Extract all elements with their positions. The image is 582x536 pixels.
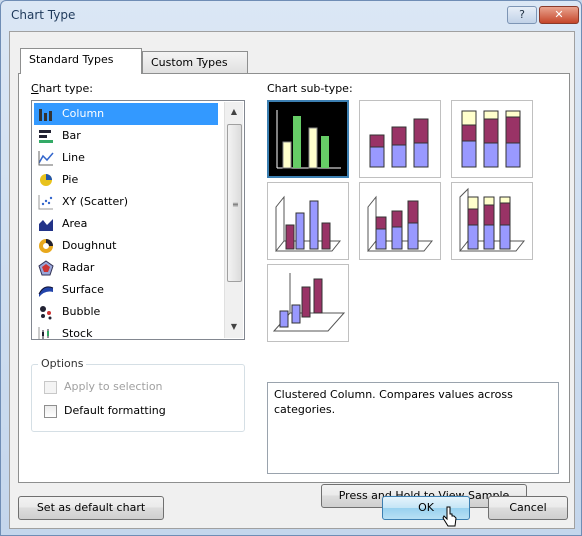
subtype-clustered-column[interactable] (267, 100, 349, 178)
bubble-chart-icon (40, 306, 52, 320)
default-formatting-checkbox[interactable] (44, 405, 57, 418)
chart-type-label: Chart type: (31, 82, 94, 95)
tab-standard-types[interactable]: Standard Types (20, 48, 142, 74)
list-item-xy-scatter[interactable]: XY (Scatter) (34, 191, 218, 213)
subtype-3d-stacked-column[interactable] (359, 182, 441, 260)
pie-chart-icon (40, 174, 52, 186)
list-item-column[interactable]: Column (34, 103, 218, 125)
line-chart-icon (38, 151, 54, 166)
list-item-label: Bar (62, 129, 81, 142)
subtype-100-stacked-column[interactable] (451, 100, 533, 178)
options-group: Options Apply to selection Default forma… (31, 357, 245, 432)
tab-custom-types[interactable]: Custom Types (142, 51, 248, 73)
3d-stacked-column-icon (366, 195, 434, 252)
tab-label: Standard Types (29, 53, 114, 66)
scroll-up-icon[interactable]: ▲ (226, 103, 242, 121)
scatter-chart-icon (38, 195, 53, 210)
apply-to-selection-label: Apply to selection (64, 380, 163, 393)
set-as-default-chart-button[interactable]: Set as default chart (18, 496, 164, 520)
subtype-description: Clustered Column. Compares values across… (267, 382, 559, 474)
list-item-pie[interactable]: Pie (34, 169, 218, 191)
3d-clustered-column-icon (274, 195, 342, 252)
3d-column-icon (272, 273, 346, 332)
list-item-label: Stock (62, 327, 93, 340)
chart-type-dialog: Chart Type ? ✕ Standard Types Custom Typ… (0, 0, 582, 536)
chart-type-label-text: hart type: (38, 82, 94, 95)
close-button[interactable]: ✕ (539, 6, 579, 24)
title-bar: Chart Type (1, 1, 581, 31)
list-item-bubble[interactable]: Bubble (34, 301, 218, 323)
cancel-button[interactable]: Cancel (488, 496, 568, 520)
3d-percent-stacked-column-icon (458, 187, 526, 252)
list-item-doughnut[interactable]: Doughnut (34, 235, 218, 257)
list-item-label: Column (62, 107, 105, 120)
mouse-cursor-icon (442, 506, 457, 527)
subtype-stacked-column[interactable] (359, 100, 441, 178)
tab-label: Custom Types (151, 56, 228, 69)
area-chart-icon (39, 219, 53, 231)
list-item-label: Line (62, 151, 85, 164)
list-item-area[interactable]: Area (34, 213, 218, 235)
list-item-radar[interactable]: Radar (34, 257, 218, 279)
column-chart-icon (39, 109, 52, 121)
subtype-3d-100-stacked-column[interactable] (451, 182, 533, 260)
chart-type-listbox[interactable]: Column Bar Line Pie XY (Scatter) Area Do… (31, 100, 245, 340)
help-button[interactable]: ? (507, 6, 537, 24)
list-item-label: Surface (62, 283, 104, 296)
list-item-surface[interactable]: Surface (34, 279, 218, 301)
doughnut-chart-icon (39, 239, 53, 253)
options-group-label: Options (38, 357, 87, 370)
radar-chart-icon (38, 260, 54, 276)
list-item-label: XY (Scatter) (62, 195, 129, 208)
list-item-label: Radar (62, 261, 95, 274)
percent-stacked-column-icon (461, 110, 521, 168)
standard-types-panel: Chart type: Column Bar Line Pie XY (Scat… (18, 73, 570, 508)
subtype-3d-column[interactable] (267, 264, 349, 342)
dialog-client-area: Standard Types Custom Types Chart type: … (9, 31, 575, 529)
list-item-stock[interactable]: Stock (34, 323, 218, 340)
list-item-label: Area (62, 217, 88, 230)
grip-icon: ≡ (232, 200, 239, 209)
apply-to-selection-checkbox[interactable] (44, 381, 57, 394)
subtype-3d-clustered-column[interactable] (267, 182, 349, 260)
dialog-title: Chart Type (11, 8, 76, 22)
chart-type-scrollbar[interactable]: ▲ ≡ ▼ (224, 102, 243, 338)
stock-chart-icon (38, 327, 49, 339)
list-item-line[interactable]: Line (34, 147, 218, 169)
clustered-column-icon (276, 110, 341, 169)
list-item-label: Pie (62, 173, 79, 186)
chart-subtype-label: Chart sub-type: (267, 82, 353, 95)
scroll-down-icon[interactable]: ▼ (226, 318, 242, 336)
list-item-label: Bubble (62, 305, 101, 318)
stacked-column-icon (369, 118, 429, 168)
list-item-bar[interactable]: Bar (34, 125, 218, 147)
list-item-label: Doughnut (62, 239, 117, 252)
bar-chart-icon (39, 130, 53, 143)
surface-chart-icon (38, 286, 54, 297)
scroll-thumb[interactable]: ≡ (227, 124, 242, 282)
default-formatting-label: Default formatting (64, 404, 166, 417)
